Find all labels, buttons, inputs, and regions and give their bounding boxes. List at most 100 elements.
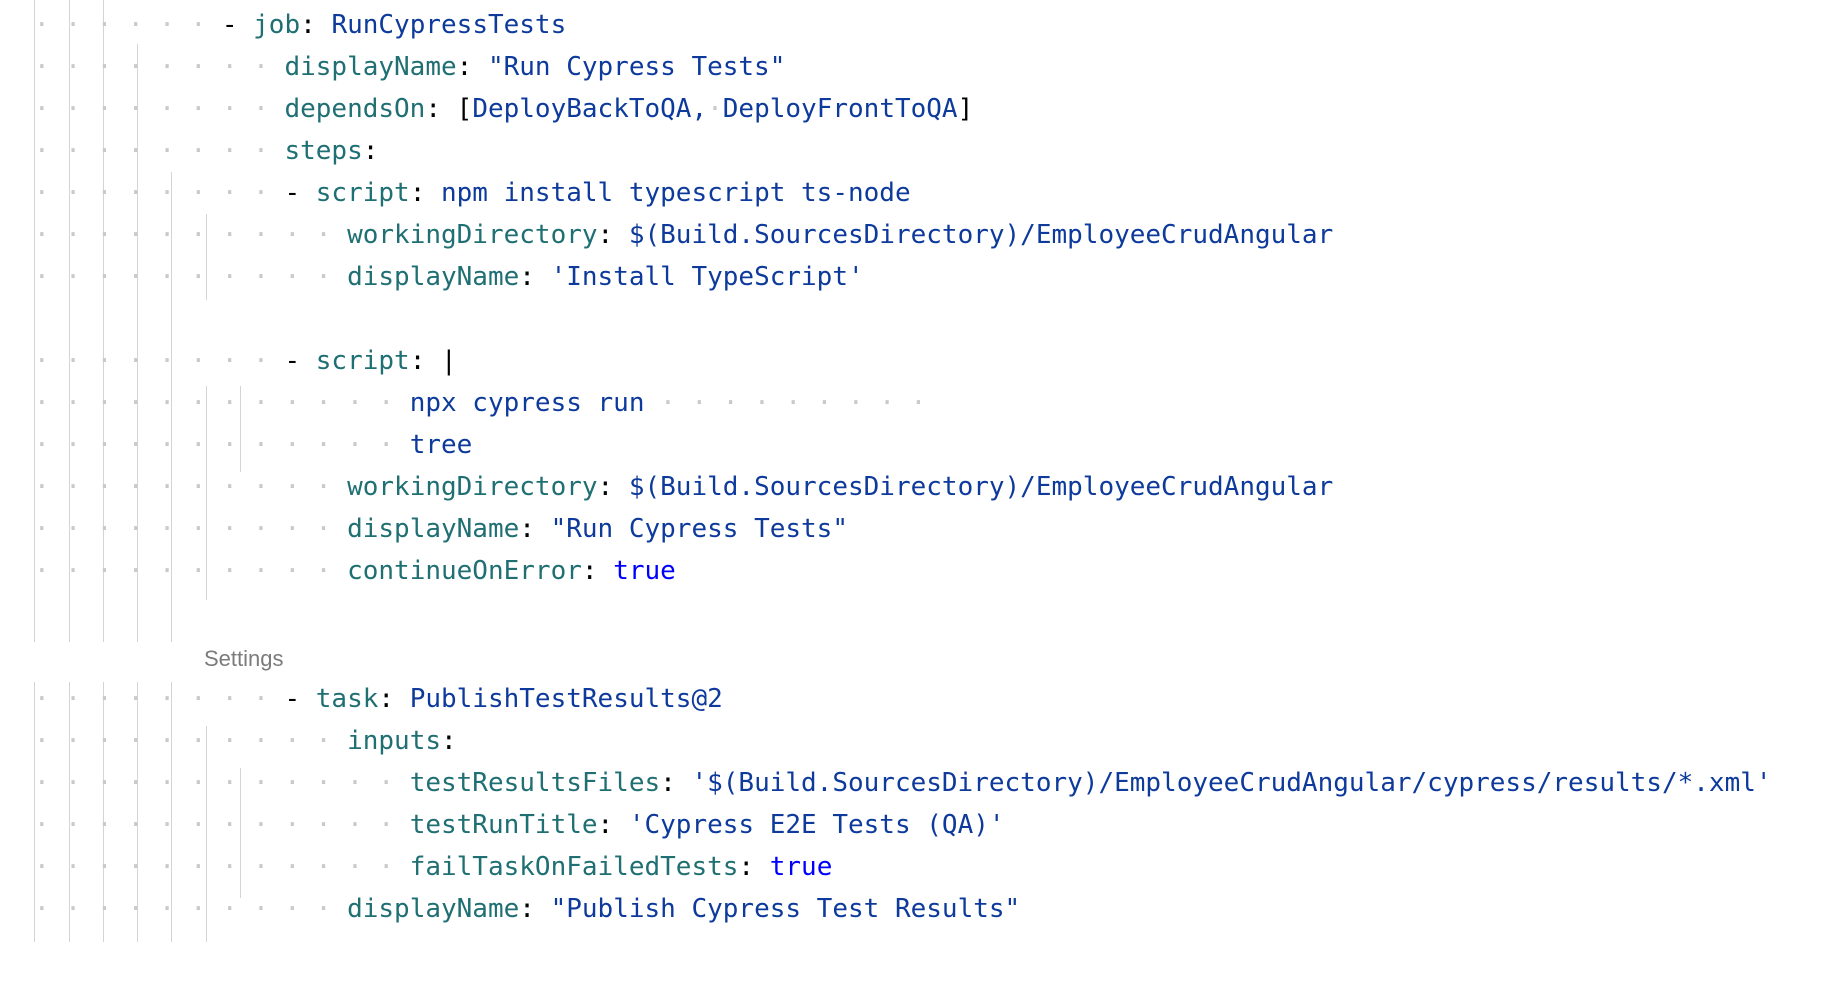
colon: :	[441, 726, 457, 756]
yaml-key: task	[315, 684, 379, 714]
yaml-value: "Run Cypress Tests"	[487, 52, 786, 82]
colon: :	[660, 768, 692, 798]
whitespace-dots: · · · · · · · · ·	[644, 388, 927, 418]
whitespace-dots: · · · · · · · · · ·	[34, 262, 348, 292]
yaml-value: npx cypress run	[409, 388, 645, 418]
code-line[interactable]: · · · · · · · · · · workingDirectory: $(…	[34, 466, 1333, 508]
colon: :	[581, 556, 614, 586]
yaml-key: testResultsFiles	[409, 768, 661, 798]
yaml-key: displayName	[284, 52, 457, 82]
yaml-key: workingDirectory	[347, 220, 598, 250]
yaml-value: DeployFrontToQA	[722, 94, 958, 124]
code-line[interactable]: · · · · · · · · · · · · tree	[34, 424, 472, 466]
code-line[interactable]: · · · · · · · · · · inputs:	[34, 720, 457, 762]
whitespace-dots: · · · · · · · ·	[34, 136, 285, 166]
colon: :	[300, 10, 332, 40]
bracket: ]	[957, 94, 974, 124]
boolean-value: true	[613, 556, 676, 586]
list-dash: -	[284, 178, 316, 208]
whitespace-dots: · · · · · · · ·	[34, 94, 285, 124]
yaml-value: PublishTestResults@2	[409, 684, 723, 714]
yaml-key: steps	[284, 136, 363, 166]
yaml-key: script	[315, 178, 410, 208]
yaml-key: displayName	[347, 514, 520, 544]
code-line[interactable]: · · · · · · · · · · workingDirectory: $(…	[34, 214, 1333, 256]
colon: :	[597, 472, 629, 502]
code-line[interactable]: · · · · · · · · · · displayName: 'Instal…	[34, 256, 864, 298]
code-line[interactable]: · · · · · · · · · · · · testResultsFiles…	[34, 762, 1772, 804]
list-dash: -	[284, 346, 316, 376]
colon: :	[409, 346, 441, 376]
whitespace-dots: · · · · · · · · · ·	[34, 726, 348, 756]
block-pipe: |	[441, 346, 457, 376]
yaml-value: $(Build.SourcesDirectory)/EmployeeCrudAn…	[628, 220, 1334, 250]
list-dash: -	[221, 10, 254, 40]
yaml-key: continueOnError	[347, 556, 582, 586]
colon: :	[519, 894, 551, 924]
code-editor[interactable]: · · · · · · - job: RunCypressTests · · ·…	[0, 0, 1838, 994]
bracket: [	[456, 94, 473, 124]
whitespace-dots: · · · · · · · · · ·	[34, 514, 348, 544]
yaml-value: '$(Build.SourcesDirectory)/EmployeeCrudA…	[691, 768, 1772, 798]
yaml-key: failTaskOnFailedTests	[409, 852, 739, 882]
yaml-key: script	[315, 346, 410, 376]
code-line[interactable]: · · · · · · · · - script: npm install ty…	[34, 172, 911, 214]
yaml-key: displayName	[347, 894, 520, 924]
whitespace-dots: · · · · · · · · · ·	[34, 220, 348, 250]
code-line[interactable]: · · · · · · · · · · · · failTaskOnFailed…	[34, 846, 832, 888]
whitespace-dots: · · · · · · · ·	[34, 178, 285, 208]
settings-codelens-link[interactable]: Settings	[204, 644, 284, 674]
code-line[interactable]: · · · · · · · · displayName: "Run Cypres…	[34, 46, 785, 88]
code-line[interactable]: · · · · · · · · · · displayName: "Run Cy…	[34, 508, 848, 550]
colon: :	[425, 94, 457, 124]
code-line[interactable]: · · · · · · · · · · · · npx cypress run …	[34, 382, 926, 424]
yaml-value: "Run Cypress Tests"	[550, 514, 848, 544]
yaml-value: "Publish Cypress Test Results"	[550, 894, 1021, 924]
yaml-key: displayName	[347, 262, 520, 292]
yaml-value: $(Build.SourcesDirectory)/EmployeeCrudAn…	[628, 472, 1334, 502]
whitespace-dots: ·	[707, 94, 723, 124]
yaml-key: inputs	[347, 726, 441, 756]
code-line[interactable]: · · · · · · · · dependsOn: [DeployBackTo…	[34, 88, 973, 130]
yaml-value: RunCypressTests	[331, 10, 567, 40]
whitespace-dots: · · · · · · · · · · · ·	[34, 430, 410, 460]
code-line[interactable]: · · · · · · · · - script: |	[34, 340, 457, 382]
code-line[interactable]: · · · · · · - job: RunCypressTests	[34, 4, 566, 46]
colon: :	[738, 852, 770, 882]
whitespace-dots: · · · · · · · · · · · ·	[34, 388, 410, 418]
whitespace-dots: · · · · · · · · · ·	[34, 472, 348, 502]
yaml-key: testRunTitle	[409, 810, 598, 840]
yaml-key: workingDirectory	[347, 472, 598, 502]
colon: :	[456, 52, 488, 82]
code-line[interactable]: · · · · · · · · steps:	[34, 130, 378, 172]
code-line[interactable]: · · · · · · · · - task: PublishTestResul…	[34, 678, 723, 720]
whitespace-dots: · · · · · · · · · ·	[34, 556, 348, 586]
code-line[interactable]: · · · · · · · · · · continueOnError: tru…	[34, 550, 676, 592]
colon: :	[378, 684, 410, 714]
whitespace-dots: · · · · · · · ·	[34, 52, 285, 82]
yaml-value: tree	[409, 430, 473, 460]
yaml-key: dependsOn	[284, 94, 426, 124]
yaml-value: DeployBackToQA,	[472, 94, 708, 124]
whitespace-dots: · · · · · · · · · · · ·	[34, 768, 410, 798]
colon: :	[362, 136, 379, 166]
whitespace-dots: · · · · · ·	[34, 10, 222, 40]
list-dash: -	[284, 684, 316, 714]
colon: :	[597, 810, 629, 840]
yaml-value: 'Cypress E2E Tests (QA)'	[628, 810, 1005, 840]
whitespace-dots: · · · · · · · · · ·	[34, 894, 348, 924]
boolean-value: true	[769, 852, 833, 882]
code-line[interactable]: · · · · · · · · · · · · testRunTitle: 'C…	[34, 804, 1005, 846]
whitespace-dots: · · · · · · · · · · · ·	[34, 810, 410, 840]
colon: :	[519, 514, 551, 544]
whitespace-dots: · · · · · · · ·	[34, 684, 285, 714]
whitespace-dots: · · · · · · · · · · · ·	[34, 852, 410, 882]
yaml-key: job	[253, 10, 301, 40]
whitespace-dots: · · · · · · · ·	[34, 346, 285, 376]
yaml-value: 'Install TypeScript'	[550, 262, 864, 292]
yaml-value: npm install typescript ts-node	[441, 178, 911, 208]
code-line[interactable]: · · · · · · · · · · displayName: "Publis…	[34, 888, 1020, 930]
colon: :	[519, 262, 551, 292]
colon: :	[597, 220, 629, 250]
colon: :	[409, 178, 441, 208]
